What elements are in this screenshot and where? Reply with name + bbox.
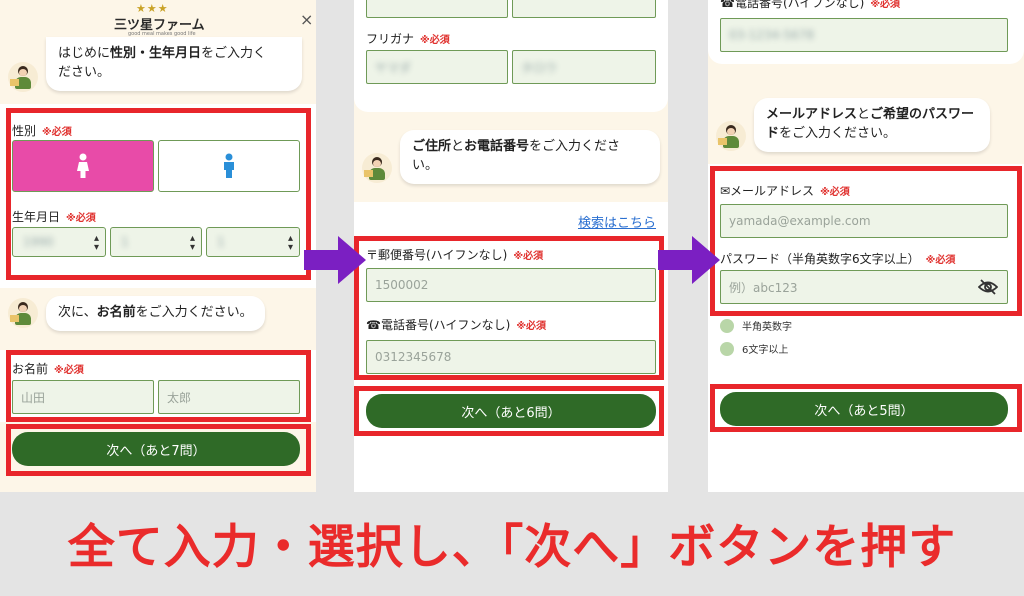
assistant-avatar: [716, 120, 746, 151]
highlight-next-button: [6, 424, 311, 476]
arrow-right-icon: [304, 236, 366, 284]
close-icon[interactable]: ×: [300, 10, 313, 29]
furigana-label: フリガナ ※必須: [366, 32, 450, 46]
password-rule-length: 6文字以上: [720, 341, 788, 356]
furigana-last-input[interactable]: ヤマダ: [366, 50, 508, 84]
chat-bubble: ご住所とお電話番号をご入力くださ い。: [400, 130, 660, 184]
chat-message-name: 次に、お名前をご入力ください。: [8, 296, 265, 331]
assistant-avatar: [8, 298, 38, 329]
instruction-caption: 全て入力・選択し、「次へ」ボタンを押す: [67, 520, 957, 575]
arrow-right-icon: [658, 236, 720, 284]
check-icon: [720, 318, 734, 333]
partial-input-right[interactable]: [512, 0, 656, 18]
highlight-gender-birthdate: [6, 108, 311, 280]
highlight-email-password: [710, 166, 1022, 316]
chat-bubble: 次に、お名前をご入力ください。: [46, 296, 265, 331]
chat-message-address: ご住所とお電話番号をご入力くださ い。: [362, 130, 660, 184]
chat-bubble: はじめに性別・生年月日をご入力く ださい。: [46, 37, 302, 91]
step-panel-3: ☎電話番号(ハイフンなし) ※必須 03-1234-5678 メールアドレスとご希…: [708, 0, 1024, 492]
highlight-name: [6, 350, 311, 422]
chat-message-intro: はじめに性別・生年月日をご入力く ださい。: [8, 36, 302, 92]
postal-search-link[interactable]: 検索はこちら: [578, 212, 656, 231]
assistant-avatar: [8, 62, 38, 92]
highlight-postal-phone: [354, 236, 664, 380]
phone-input[interactable]: 03-1234-5678: [720, 18, 1008, 52]
chat-bubble: メールアドレスとご希望のパスワー ドをご入力ください。: [754, 98, 990, 152]
phone-label-partial: ☎電話番号(ハイフンなし) ※必須: [720, 0, 901, 10]
partial-input-left[interactable]: [366, 0, 508, 18]
step-panel-1: ★★★ 三ツ星ファーム good meal makes good life × …: [0, 0, 316, 492]
step-panel-2: フリガナ ※必須 ヤマダ タロウ ご住所とお電話番号をご入力くださ い。 検索はこ…: [354, 0, 668, 492]
highlight-next-button: [710, 384, 1022, 432]
furigana-first-input[interactable]: タロウ: [512, 50, 656, 84]
password-rule-alphanumeric: 半角英数字: [720, 318, 792, 333]
assistant-avatar: [362, 152, 392, 183]
chat-message-email: メールアドレスとご希望のパスワー ドをご入力ください。: [716, 98, 990, 152]
check-icon: [720, 341, 734, 356]
highlight-next-button: [354, 386, 664, 436]
